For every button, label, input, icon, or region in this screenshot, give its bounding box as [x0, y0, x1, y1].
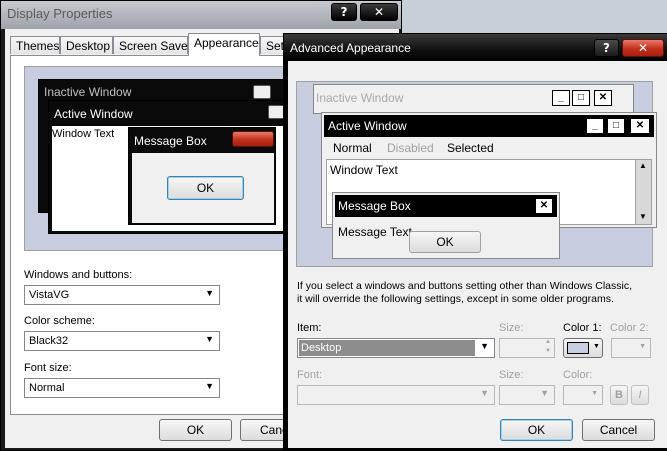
font-size-label: Size:	[499, 369, 524, 381]
adv-scrollbar: ▲ ▼	[635, 160, 651, 224]
chevron-down-icon: ▼	[205, 381, 214, 391]
bold-button[interactable]: B	[610, 385, 628, 405]
tab-appearance[interactable]: Appearance	[188, 33, 260, 56]
help-icon: ?	[603, 41, 610, 55]
menu-selected: Selected	[447, 141, 494, 155]
display-properties-titlebar[interactable]: Display Properties ? ✕	[1, 1, 401, 29]
adv-inactive-window: Inactive Window _ □ ✕	[313, 84, 634, 114]
item-select[interactable]: Desktop ▼	[297, 338, 495, 358]
maximize-icon: □	[607, 118, 625, 134]
menu-normal: Normal	[333, 141, 372, 155]
color-scheme-select[interactable]: Black32 ▼	[24, 331, 220, 351]
windows-buttons-label: Windows and buttons:	[24, 269, 133, 281]
tab-themes[interactable]: Themes	[10, 36, 60, 54]
chevron-down-icon: ▼	[593, 343, 600, 350]
chevron-down-icon: ▼	[540, 388, 549, 398]
preview-active-title: Active Window	[54, 107, 133, 121]
font-select[interactable]: ▼	[297, 385, 495, 405]
adv-active-title: Active Window	[328, 119, 407, 133]
font-label: Font:	[297, 369, 323, 381]
menu-disabled: Disabled	[387, 141, 434, 155]
maximize-icon: □	[572, 90, 590, 106]
close-button[interactable]: ✕	[622, 39, 664, 57]
preview-window-text: Window Text	[52, 128, 115, 140]
preview-msgbox-client: OK	[132, 153, 274, 223]
font-size-label: Font size:	[24, 362, 72, 374]
close-icon: ✕	[594, 90, 612, 106]
adv-active-titlebar: Active Window _ □ ✕	[324, 115, 654, 137]
item-label: Item:	[297, 322, 322, 334]
stepper-up-icon: ▲	[545, 339, 551, 345]
chevron-down-icon: ▼	[480, 388, 489, 398]
preview-message-box: Message Box OK	[128, 127, 276, 225]
item-size-label: Size:	[499, 322, 524, 334]
adv-inactive-title: Inactive Window	[316, 91, 404, 105]
close-icon: ✕	[637, 41, 649, 55]
info-text-line-1: If you select a windows and buttons sett…	[297, 280, 633, 292]
close-icon: ✕	[535, 198, 553, 214]
minimize-icon: _	[552, 90, 570, 106]
help-button[interactable]: ?	[594, 39, 619, 57]
scroll-up-icon: ▲	[639, 161, 647, 170]
font-color-picker[interactable]: ▼	[563, 385, 603, 405]
tab-desktop[interactable]: Desktop	[60, 36, 113, 54]
chevron-down-icon: ▼	[205, 334, 214, 344]
scroll-down-icon: ▼	[639, 212, 647, 221]
adv-window-text: Window Text	[330, 163, 398, 177]
ok-button[interactable]: OK	[500, 419, 573, 441]
close-icon: ✕	[630, 118, 650, 134]
help-button[interactable]: ?	[331, 3, 357, 21]
color2-label: Color 2:	[610, 322, 649, 334]
info-text-line-2: it will override the following settings,…	[297, 293, 614, 305]
adv-msgbox-titlebar: Message Box ✕	[335, 195, 557, 217]
advanced-appearance-window: Advanced Appearance ? ✕ Inactive Window …	[283, 33, 667, 451]
adv-msgbox-title: Message Box	[338, 199, 411, 213]
preview-ok-button: OK	[167, 176, 244, 200]
chevron-down-icon: ▼	[591, 390, 598, 397]
close-button[interactable]: ✕	[360, 3, 398, 21]
item-size-stepper[interactable]: ▲ ▼	[499, 338, 555, 358]
ok-button[interactable]: OK	[159, 419, 232, 441]
display-properties-title: Display Properties	[7, 6, 113, 21]
font-size-select[interactable]: ▼	[499, 385, 555, 405]
stepper-down-icon: ▼	[545, 348, 551, 354]
color1-swatch	[567, 342, 589, 354]
chevron-down-icon: ▼	[480, 341, 489, 351]
tab-screen-saver[interactable]: Screen Saver	[113, 36, 188, 54]
adv-preview-ok-button: OK	[409, 231, 481, 253]
advanced-preview: Inactive Window _ □ ✕ Active Window _ □ …	[296, 81, 657, 267]
minimize-icon	[253, 85, 271, 99]
help-icon: ?	[340, 5, 348, 19]
advanced-appearance-title: Advanced Appearance	[290, 41, 411, 55]
font-size-select[interactable]: Normal ▼	[24, 378, 220, 398]
appearance-preview: Inactive Window Active Window Window Tex…	[24, 66, 288, 251]
cancel-button[interactable]: Cancel	[582, 419, 655, 441]
color1-picker[interactable]: ▼	[563, 338, 603, 358]
chevron-down-icon: ▼	[639, 343, 646, 350]
close-icon: ✕	[373, 5, 385, 19]
color1-label: Color 1:	[563, 322, 602, 334]
chevron-down-icon: ▼	[205, 288, 214, 298]
minimize-icon: _	[586, 118, 604, 134]
italic-button[interactable]: I	[631, 385, 649, 405]
color2-picker[interactable]: ▼	[611, 338, 651, 358]
adv-message-box: Message Box ✕ Message Text OK	[332, 192, 560, 259]
windows-buttons-select[interactable]: VistaVG ▼	[24, 285, 220, 305]
color-scheme-label: Color scheme:	[24, 315, 95, 327]
preview-inactive-title: Inactive Window	[44, 85, 132, 99]
preview-msgbox-close	[232, 131, 274, 147]
adv-msgbox-text: Message Text	[338, 225, 412, 239]
advanced-appearance-titlebar[interactable]: Advanced Appearance ? ✕	[284, 34, 667, 61]
preview-msgbox-title: Message Box	[134, 134, 207, 148]
font-color-label: Color:	[563, 369, 593, 381]
